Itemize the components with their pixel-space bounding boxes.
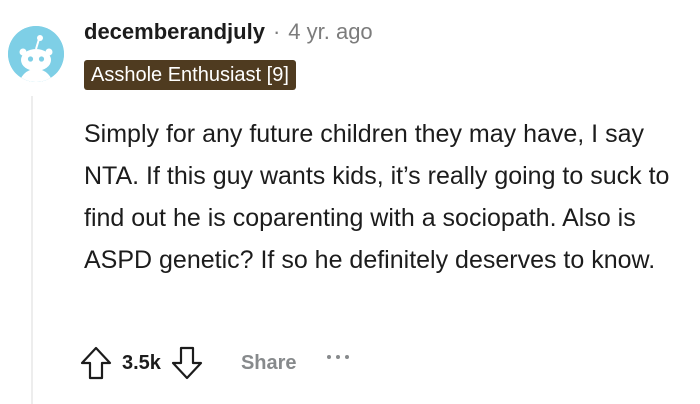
more-dot (335, 355, 340, 359)
comment-author[interactable]: decemberandjuly (84, 19, 265, 45)
share-button[interactable]: Share (241, 352, 297, 375)
comment-body: Simply for any future children they may … (84, 120, 670, 274)
downvote-button[interactable] (169, 343, 205, 383)
more-dot (326, 355, 331, 359)
upvote-button[interactable] (78, 343, 114, 383)
avatar[interactable] (8, 26, 64, 82)
header-separator: · (272, 19, 281, 44)
more-dot (344, 355, 349, 359)
snoo-avatar-icon (8, 26, 64, 82)
vote-score: 3.5k (122, 351, 161, 374)
upvote-arrow-icon (80, 346, 112, 380)
more-options-icon[interactable] (326, 347, 349, 379)
user-flair: Asshole Enthusiast [9] (84, 60, 296, 90)
comment-header: decemberandjuly · 4 yr. ago (84, 16, 373, 48)
thread-line[interactable] (31, 96, 33, 404)
comment-actions: 3.5k Share (78, 340, 349, 386)
downvote-arrow-icon (171, 346, 203, 380)
comment-timestamp[interactable]: 4 yr. ago (288, 19, 372, 45)
